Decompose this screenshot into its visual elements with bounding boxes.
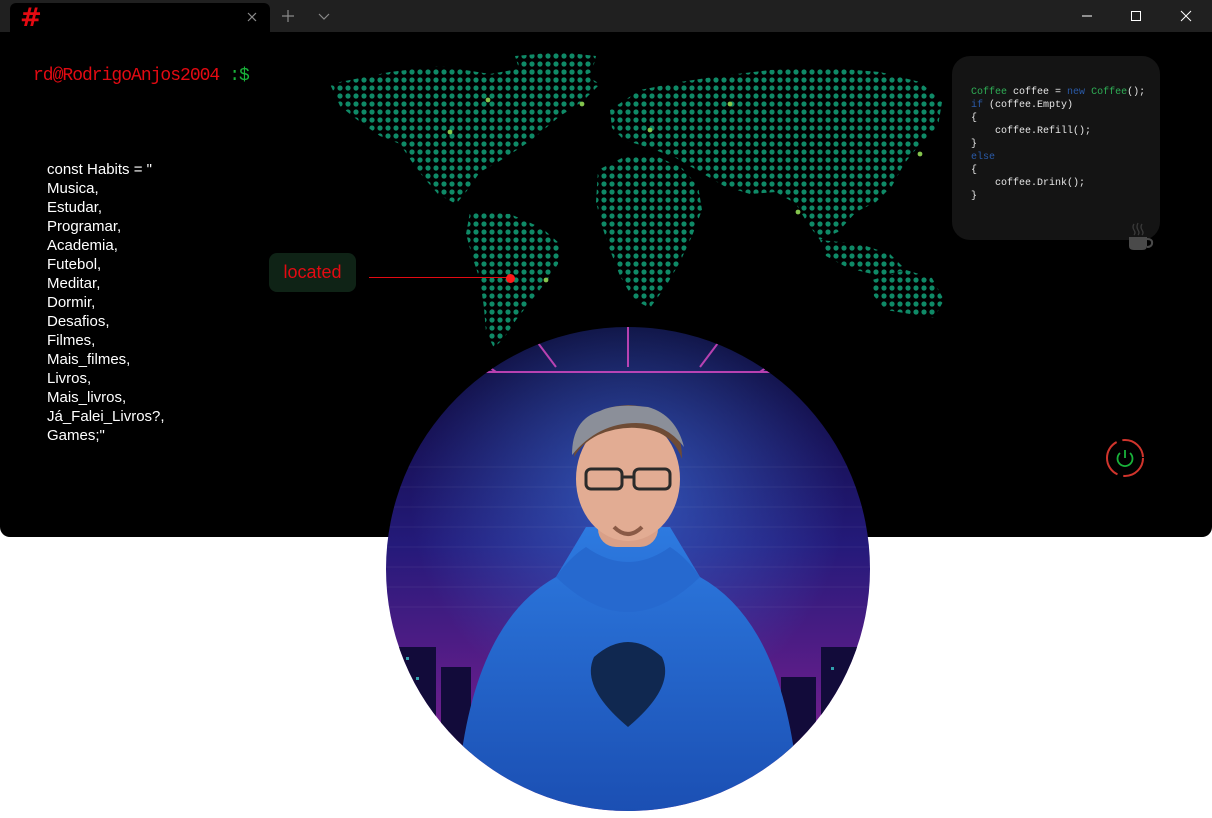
code-line: { — [971, 165, 978, 176]
habit-item: Estudar, — [47, 199, 103, 216]
terminal-prompt: rd@RodrigoAnjos2004 :$ — [33, 66, 250, 86]
habit-item: Meditar, — [47, 275, 101, 292]
close-window-button[interactable] — [1163, 0, 1209, 32]
location-marker — [506, 274, 515, 283]
habit-item: Musica, — [47, 180, 99, 197]
habit-item: Programar, — [47, 218, 122, 235]
code-line: } — [971, 191, 978, 202]
title-bar: # — [0, 0, 1212, 32]
prompt-symbol: :$ — [229, 66, 250, 86]
habits-header: const Habits = " — [47, 161, 152, 178]
code-snippet-card: Coffee coffee = new Coffee(); if (coffee.… — [952, 56, 1160, 240]
close-icon — [1180, 10, 1192, 22]
habit-item: Mais_livros, — [47, 389, 127, 406]
coffee-code: Coffee coffee = new Coffee(); if (coffee.… — [971, 86, 1145, 203]
code-line: { — [971, 113, 978, 124]
code-line: else — [971, 152, 996, 163]
code-line: coffee.Drink(); — [971, 178, 1086, 189]
indonesia-shape — [820, 240, 906, 276]
code-line: coffee.Refill(); — [971, 126, 1092, 137]
north-america-shape — [330, 66, 600, 204]
habit-item: Mais_filmes, — [47, 351, 131, 368]
code-token: (coffee.Empty) — [983, 100, 1074, 111]
close-icon[interactable] — [244, 9, 260, 25]
profile-avatar — [386, 327, 870, 811]
code-token: new — [1067, 87, 1086, 98]
prompt-user: rd@RodrigoAnjos2004 — [33, 66, 220, 86]
location-pointer-line — [369, 277, 509, 278]
terminal-tab[interactable]: # — [10, 3, 270, 32]
habit-item: Livros, — [47, 370, 92, 387]
maximize-icon — [1131, 11, 1141, 21]
plus-icon[interactable] — [280, 8, 296, 24]
habit-item: Dormir, — [47, 294, 96, 311]
chevron-down-icon[interactable] — [316, 8, 332, 24]
tab-logo: # — [20, 3, 42, 33]
habits-list: const Habits = " Musica, Estudar, Progra… — [47, 160, 165, 445]
coffee-cup-icon — [1129, 222, 1154, 250]
code-token: coffee = — [1007, 87, 1068, 98]
code-token: (); — [1127, 87, 1146, 98]
africa-shape — [596, 156, 702, 308]
habit-item: Filmes, — [47, 332, 96, 349]
minimize-icon — [1082, 15, 1092, 17]
australia-shape — [872, 270, 944, 318]
maximize-button[interactable] — [1113, 0, 1159, 32]
power-icon[interactable] — [1104, 437, 1146, 479]
location-label: located — [269, 253, 356, 292]
habit-item: Academia, — [47, 237, 118, 254]
code-token: Coffee — [1091, 87, 1128, 98]
habit-item: Desafios, — [47, 313, 110, 330]
code-line: } — [971, 139, 978, 150]
dotted-world-map — [330, 52, 944, 348]
code-token: if — [971, 100, 984, 111]
habit-item: Games;" — [47, 427, 105, 444]
habit-item: Futebol, — [47, 256, 102, 273]
habit-item: Já_Falei_Livros?, — [47, 408, 165, 425]
minimize-button[interactable] — [1064, 0, 1110, 32]
code-token: Coffee — [971, 87, 1008, 98]
